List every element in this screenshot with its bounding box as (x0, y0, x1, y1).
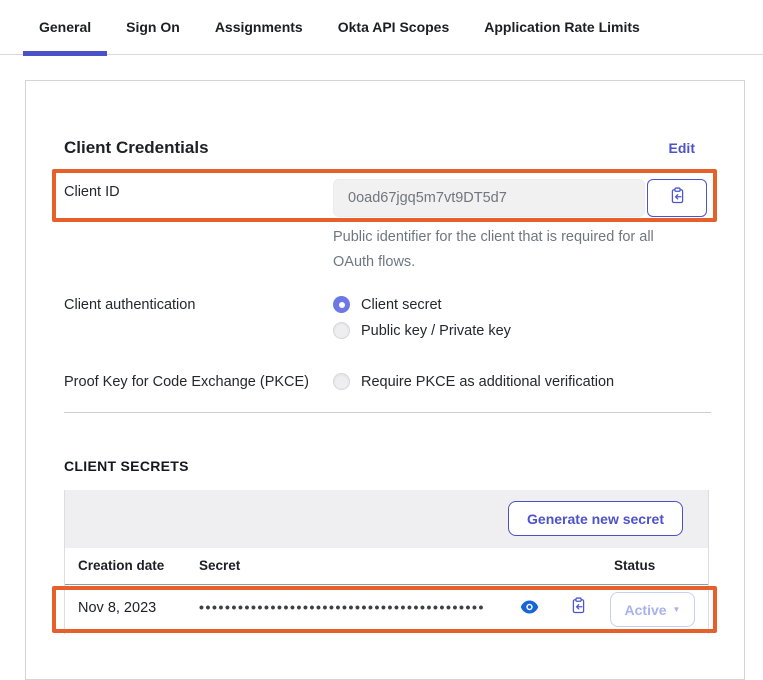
client-secrets-table: Generate new secret Creation date Secret… (64, 490, 709, 634)
clipboard-copy-icon (669, 187, 686, 209)
radio-public-private-key-label: Public key / Private key (361, 323, 511, 339)
column-header-secret: Secret (199, 558, 240, 573)
tab-sign-on[interactable]: Sign On (110, 0, 196, 55)
tab-okta-api-scopes[interactable]: Okta API Scopes (322, 0, 466, 55)
client-credentials-card: Client Credentials Edit Client ID Public… (25, 80, 745, 680)
eye-icon (520, 600, 539, 619)
pkce-checkbox[interactable] (333, 373, 350, 390)
secret-creation-date: Nov 8, 2023 (78, 600, 156, 616)
reveal-secret-button[interactable] (518, 598, 540, 620)
copy-client-id-button[interactable] (647, 179, 707, 217)
radio-client-secret[interactable] (333, 296, 350, 313)
table-toolbar: Generate new secret (65, 490, 708, 548)
secret-table-row: Nov 8, 2023 ••••••••••••••••••••••••••••… (65, 585, 708, 634)
pkce-label: Proof Key for Code Exchange (PKCE) (64, 374, 309, 390)
radio-client-secret-label: Client secret (361, 297, 442, 313)
generate-new-secret-button[interactable]: Generate new secret (508, 501, 683, 536)
tab-general[interactable]: General (23, 0, 107, 55)
tab-application-rate-limits[interactable]: Application Rate Limits (468, 0, 656, 55)
column-header-creation-date: Creation date (78, 558, 164, 573)
client-id-input[interactable] (333, 179, 645, 217)
chevron-down-icon: ▼ (673, 605, 681, 614)
pkce-option-label: Require PKCE as additional verification (361, 374, 614, 390)
status-label: Active (625, 602, 667, 618)
tab-assignments[interactable]: Assignments (199, 0, 319, 55)
column-header-status: Status (614, 558, 655, 573)
table-header-row: Creation date Secret Status (65, 548, 708, 585)
section-divider (64, 412, 711, 413)
masked-secret-value: ••••••••••••••••••••••••••••••••••••••••… (199, 599, 485, 615)
radio-public-private-key[interactable] (333, 322, 350, 339)
tab-bar: General Sign On Assignments Okta API Sco… (0, 0, 763, 55)
client-credentials-title: Client Credentials (64, 138, 209, 158)
edit-link[interactable]: Edit (669, 140, 695, 156)
client-id-help-text: Public identifier for the client that is… (333, 225, 663, 275)
client-id-label: Client ID (64, 184, 120, 200)
client-secrets-title: CLIENT SECRETS (64, 458, 189, 474)
client-authentication-label: Client authentication (64, 297, 195, 313)
status-dropdown-active[interactable]: Active ▼ (610, 592, 695, 627)
copy-secret-button[interactable] (567, 597, 589, 619)
clipboard-copy-icon (570, 597, 587, 619)
okta-app-settings-page: General Sign On Assignments Okta API Sco… (0, 0, 763, 672)
